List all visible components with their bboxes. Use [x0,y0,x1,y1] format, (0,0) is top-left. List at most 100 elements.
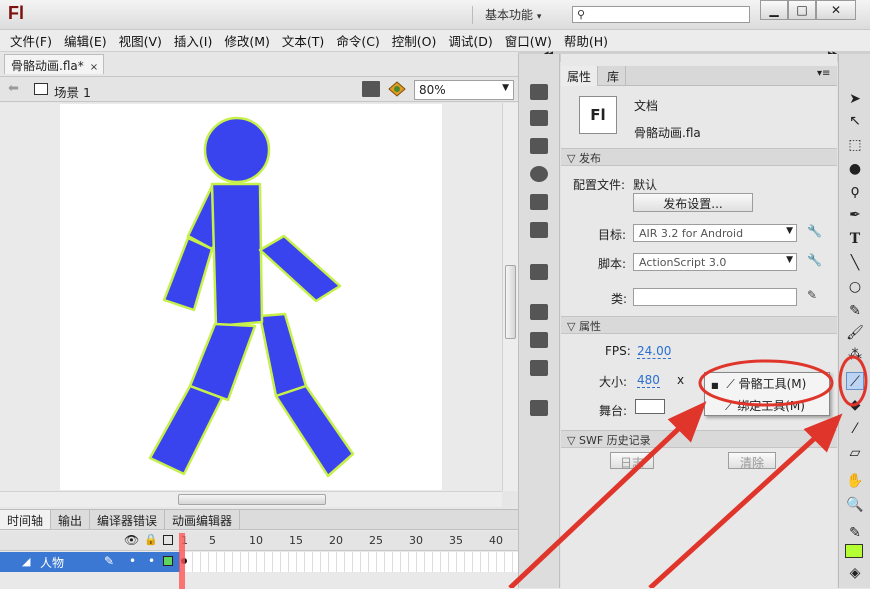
selection-tool-icon[interactable]: ➤ [846,90,864,108]
3d-rotation-tool-icon[interactable]: ● [846,160,864,178]
bone-tool-icon[interactable]: ⟋ [846,372,864,390]
brush-tool-icon[interactable]: 🖌 [846,324,864,342]
fill-color-icon[interactable]: ◈ [846,564,864,582]
vertical-scrollbar[interactable] [502,103,518,491]
frames-row[interactable] [181,552,518,572]
stage[interactable] [60,104,442,490]
motion-presets-icon[interactable] [530,304,548,320]
paint-bucket-tool-icon[interactable]: ◆ [846,396,864,414]
playhead[interactable] [179,533,185,589]
document-icon: Fl [579,96,617,134]
size-width[interactable]: 480 [637,373,660,388]
library-icon[interactable] [530,332,548,348]
subselection-tool-icon[interactable]: ↖ [846,112,864,130]
project-icon[interactable] [530,360,548,376]
close-button[interactable]: ✕ [816,0,856,20]
menu-control[interactable]: 控制(O) [386,31,443,50]
eyedropper-tool-icon[interactable]: ⁄ [846,420,864,438]
edit-scene-icon[interactable] [362,81,380,97]
outline-icon[interactable] [163,535,173,545]
publish-section[interactable]: ▽ 发布 [561,148,837,166]
code-snippets-icon[interactable] [530,222,548,238]
size-label: 大小: [599,375,628,389]
clear-button[interactable]: 清除 [728,452,776,470]
fps-value[interactable]: 24.00 [637,344,672,359]
publish-section-label: 发布 [578,152,601,165]
menu-modify[interactable]: 修改(M) [218,31,276,50]
menu-edit[interactable]: 编辑(E) [58,31,113,50]
tab-timeline[interactable]: 时间轴 [0,510,52,529]
visibility-dot[interactable]: • [129,554,136,568]
oval-tool-icon[interactable]: ○ [846,278,864,296]
back-arrow-icon[interactable]: ⬅ [8,81,19,96]
horizontal-scroll-thumb[interactable] [178,494,326,505]
target-value: AIR 3.2 for Android [639,227,744,240]
pen-tool-icon[interactable]: ✒ [846,206,864,224]
stroke-color-swatch[interactable] [845,544,863,558]
stick-figure-drawing[interactable] [60,104,442,490]
class-input[interactable] [633,288,797,306]
menu-insert[interactable]: 插入(I) [168,31,218,50]
script-select[interactable]: ActionScript 3.0 ▼ [633,253,797,271]
menu-text[interactable]: 文本(T) [276,31,330,50]
hand-tool-icon[interactable]: ✋ [846,472,864,490]
target-select[interactable]: AIR 3.2 for Android ▼ [633,224,797,242]
text-tool-icon[interactable]: T [846,230,864,248]
deco-tool-icon[interactable]: ⁂ [846,346,864,364]
movie-explorer-icon[interactable] [530,400,548,416]
pencil-tool-icon[interactable]: ✎ [846,302,864,320]
tab-compiler-errors[interactable]: 编译器错误 [90,510,166,529]
log-button[interactable]: 日志 [610,452,654,470]
close-icon[interactable]: × [90,62,98,73]
outline-color-swatch[interactable] [163,556,173,566]
properties-section[interactable]: ▽ 属性 [561,316,837,334]
eraser-tool-icon[interactable]: ▱ [846,444,864,462]
menu-view[interactable]: 视图(V) [113,31,168,50]
menu-debug[interactable]: 调试(D) [442,31,498,50]
search-input[interactable]: ⚲ [572,6,750,23]
lock-dot[interactable]: • [148,554,155,568]
menu-file[interactable]: 文件(F) [4,31,58,50]
lock-icon[interactable]: 🔒 [144,533,158,546]
tab-output[interactable]: 输出 [51,510,91,529]
lasso-tool-icon[interactable]: ϙ [846,182,864,200]
line-tool-icon[interactable]: ╲ [846,254,864,272]
menu-help[interactable]: 帮助(H) [558,31,614,50]
bone-tool-item[interactable]: ■ ⟋ 骨骼工具(M) [705,373,829,394]
swf-history-section[interactable]: ▽ SWF 历史记录 [561,430,837,448]
menu-window[interactable]: 窗口(W) [499,31,558,50]
minimize-button[interactable]: ▁ [760,0,788,20]
stroke-color-icon[interactable]: ✎ [846,524,864,542]
maximize-button[interactable]: □ [788,0,816,20]
transform-icon[interactable] [530,194,548,210]
publish-settings-button[interactable]: 发布设置... [633,193,753,212]
horizontal-scrollbar[interactable] [0,491,502,507]
stage-color-swatch[interactable] [635,399,665,414]
align-icon[interactable] [530,138,548,154]
section-toggle-icon: ▽ [567,152,579,165]
zoom-select[interactable]: 80% ▼ [414,80,514,100]
color-icon[interactable] [530,84,548,100]
document-tab[interactable]: 骨骼动画.fla* × [4,54,104,74]
bind-tool-item[interactable]: ⟋ 绑定工具(M) [705,395,829,416]
tab-properties[interactable]: 属性 [561,66,599,86]
zoom-tool-icon[interactable]: 🔍 [846,496,864,514]
panel-menu-icon[interactable]: ▾≡ [817,68,830,79]
menu-commands[interactable]: 命令(C) [330,31,385,50]
wrench-icon[interactable]: 🔧 [807,253,822,267]
tab-library[interactable]: 库 [601,66,627,86]
profile-value: 默认 [633,178,658,192]
wrench-icon[interactable]: 🔧 [807,224,822,238]
layer-row[interactable]: ◢ 人物 ✎ • • [0,552,180,572]
workspace-switcher[interactable]: 基本功能 ▾ [472,6,552,24]
components-icon[interactable] [530,264,548,280]
free-transform-tool-icon[interactable]: ⬚ [846,136,864,154]
vertical-scroll-thumb[interactable] [505,265,516,339]
properties-section-label: 属性 [578,320,601,333]
info-icon[interactable] [530,166,548,182]
swatches-icon[interactable] [530,110,548,126]
edit-symbol-icon[interactable] [388,81,406,97]
eye-icon[interactable]: 👁 [124,533,139,547]
tab-motion-editor[interactable]: 动画编辑器 [165,510,241,529]
pencil-icon[interactable]: ✎ [807,288,817,302]
